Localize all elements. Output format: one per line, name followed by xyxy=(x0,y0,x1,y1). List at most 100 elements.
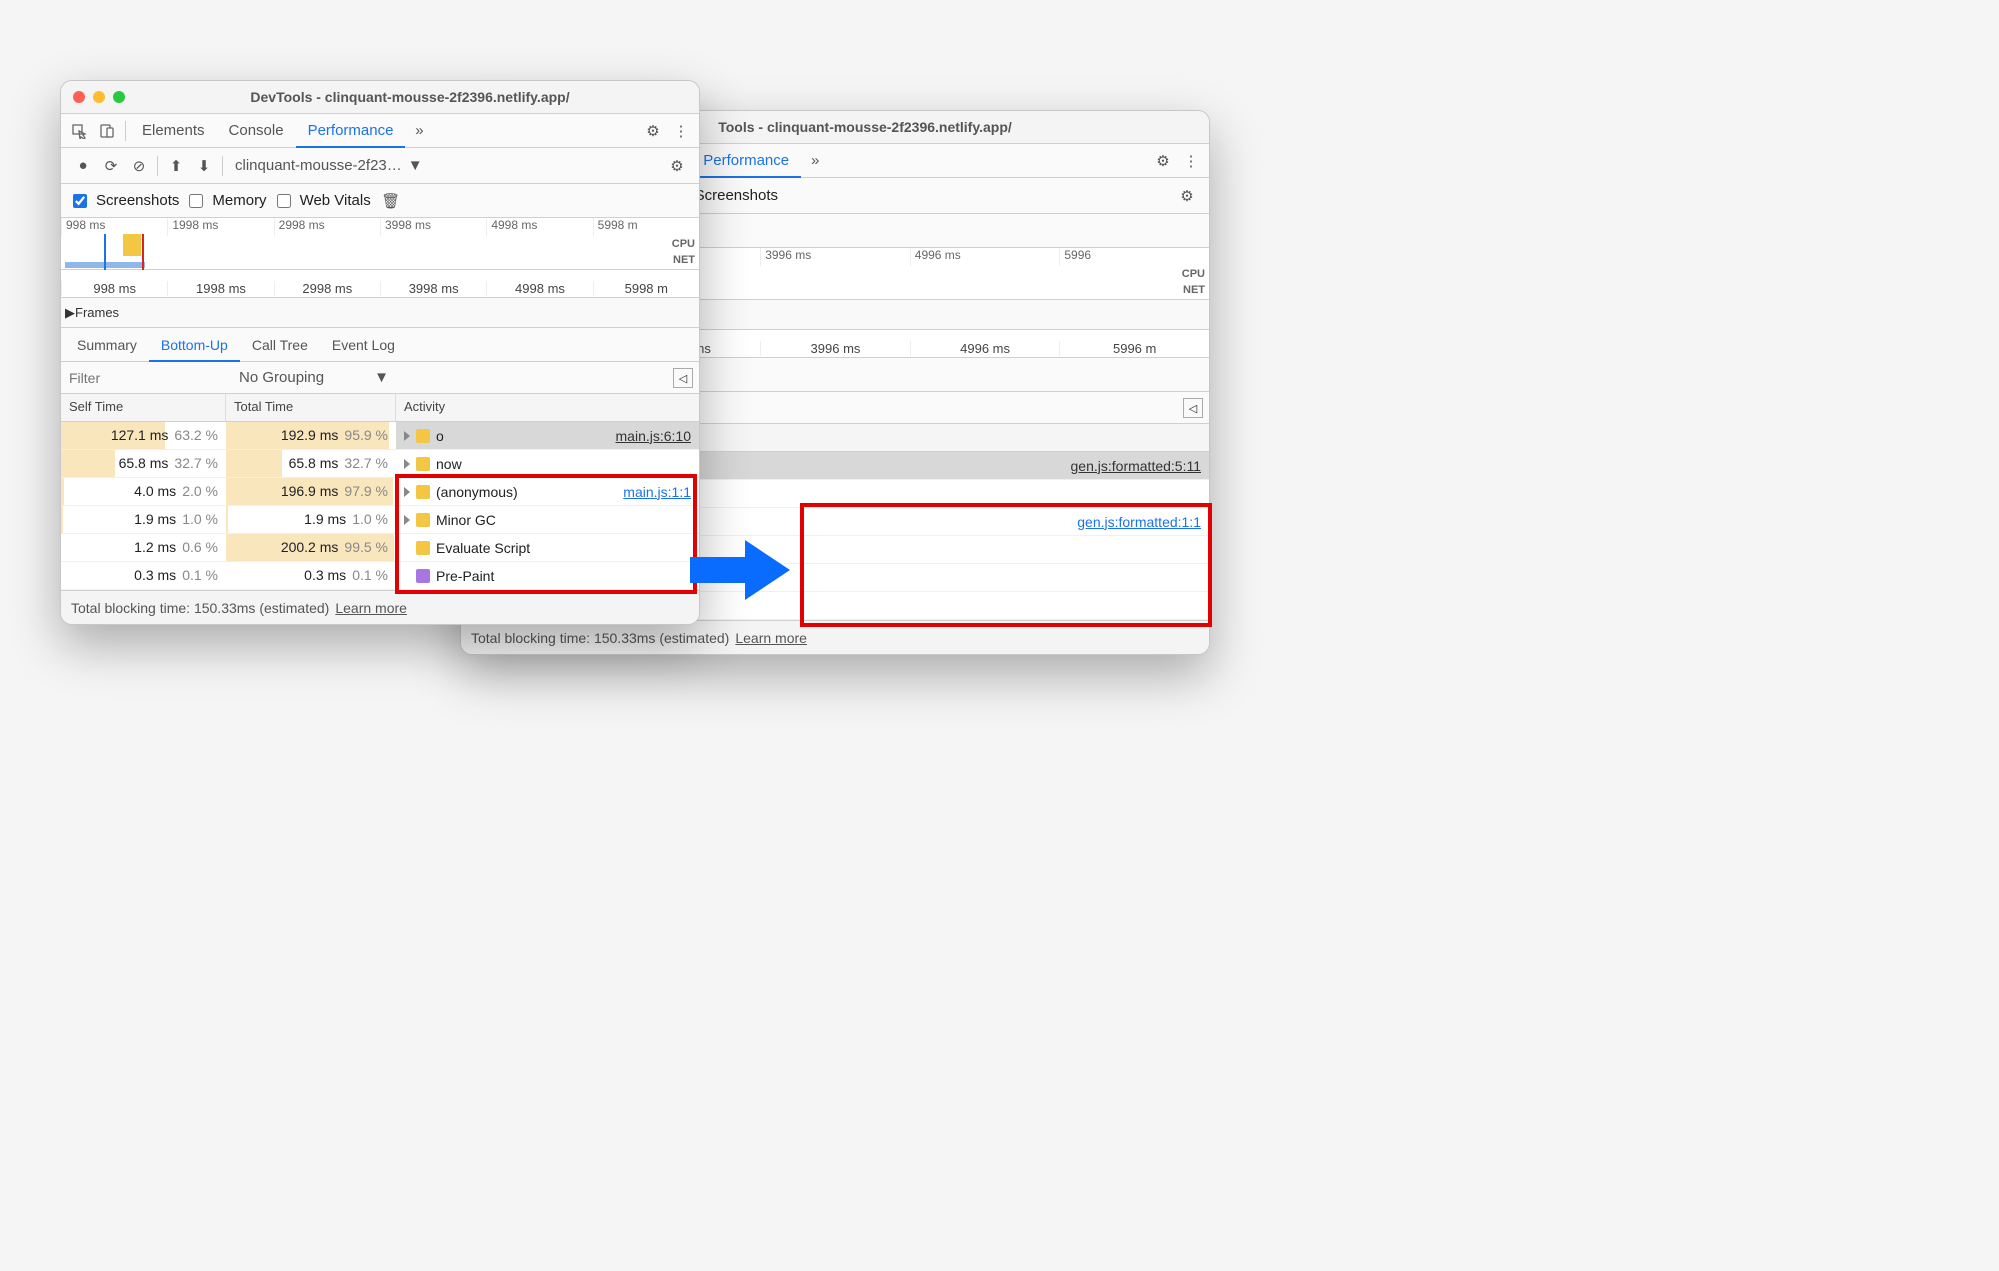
more-tabs-icon[interactable]: » xyxy=(405,117,433,145)
tick: 3996 ms xyxy=(760,248,910,266)
perf-toolbar: ● ⟳ ⊘ ⬆ ⬇ clinquant-mousse-2f23… ▼ ⚙ xyxy=(61,148,699,184)
download-icon[interactable]: ⬇ xyxy=(190,152,218,180)
tick: 5998 m xyxy=(593,281,699,296)
grouping-label: No Grouping xyxy=(239,369,324,386)
dropdown-icon: ▼ xyxy=(408,157,423,174)
footer-text: Total blocking time: 150.33ms (estimated… xyxy=(471,630,729,646)
footer: Total blocking time: 150.33ms (estimated… xyxy=(461,620,1209,654)
table-header: Self Time Total Time Activity xyxy=(61,394,699,422)
tick: 4996 ms xyxy=(910,341,1060,356)
expand-icon[interactable] xyxy=(404,515,410,525)
filter-input[interactable] xyxy=(61,362,231,394)
memory-checkbox[interactable] xyxy=(189,194,203,208)
source-link[interactable]: main.js:1:1 xyxy=(623,484,691,500)
maximize-dot[interactable] xyxy=(113,91,125,103)
source-link[interactable]: gen.js:formatted:5:11 xyxy=(1071,458,1201,474)
more-tabs-icon[interactable]: » xyxy=(801,147,829,175)
titlebar: DevTools - clinquant-mousse-2f2396.netli… xyxy=(61,81,699,114)
subtab-bottomup[interactable]: Bottom-Up xyxy=(149,328,240,362)
col-activity[interactable]: Activity xyxy=(396,394,699,421)
minimize-dot[interactable] xyxy=(93,91,105,103)
category-icon xyxy=(416,569,430,583)
settings-icon[interactable]: ⚙ xyxy=(1149,147,1177,175)
grouping-select[interactable]: No Grouping ▼ xyxy=(231,369,397,386)
footer-text: Total blocking time: 150.33ms (estimated… xyxy=(71,600,329,616)
category-icon xyxy=(416,541,430,555)
activity-sparkline xyxy=(65,234,155,270)
ruler[interactable]: 998 ms 1998 ms 2998 ms 3998 ms 4998 ms 5… xyxy=(61,270,699,298)
expand-icon[interactable] xyxy=(404,431,410,441)
dropdown-icon: ▼ xyxy=(374,369,389,386)
table-row[interactable]: 127.1 ms63.2 % 192.9 ms95.9 % o main.js:… xyxy=(61,422,699,450)
category-icon xyxy=(416,429,430,443)
table-row[interactable]: 1.9 ms1.0 % 1.9 ms1.0 % Minor GC xyxy=(61,506,699,534)
self-time-cell: 1.9 ms1.0 % xyxy=(61,506,226,533)
tab-console[interactable]: Console xyxy=(217,114,296,148)
self-time-cell: 1.2 ms0.6 % xyxy=(61,534,226,561)
tab-performance[interactable]: Performance xyxy=(296,114,406,148)
learn-more-link[interactable]: Learn more xyxy=(335,600,407,616)
tick: 1998 ms xyxy=(167,218,273,236)
activity-cell: Evaluate Script xyxy=(396,534,699,561)
source-link[interactable]: main.js:6:10 xyxy=(616,428,691,444)
tick: 3996 ms xyxy=(760,341,910,356)
webvitals-checkbox[interactable] xyxy=(277,194,291,208)
table-row[interactable]: 0.3 ms0.1 % 0.3 ms0.1 % Pre-Paint xyxy=(61,562,699,590)
self-time-cell: 127.1 ms63.2 % xyxy=(61,422,226,449)
table-row[interactable]: 1.2 ms0.6 % 200.2 ms99.5 % Evaluate Scri… xyxy=(61,534,699,562)
expand-icon[interactable] xyxy=(404,487,410,497)
activity-cell: (anonymous) main.js:1:1 xyxy=(396,478,699,505)
close-dot[interactable] xyxy=(73,91,85,103)
col-total[interactable]: Total Time xyxy=(226,394,396,421)
window-title: DevTools - clinquant-mousse-2f2396.netli… xyxy=(133,89,687,105)
category-icon xyxy=(416,485,430,499)
subtab-calltree[interactable]: Call Tree xyxy=(240,328,320,362)
checkrow: Screenshots Memory Web Vitals 🗑 xyxy=(61,184,699,218)
screenshots-label: Screenshots xyxy=(96,192,179,209)
settings-icon[interactable]: ⚙ xyxy=(1173,182,1201,210)
expand-icon[interactable] xyxy=(404,459,410,469)
self-time-cell: 0.3 ms0.1 % xyxy=(61,562,226,589)
cpu-label: CPU xyxy=(672,238,695,250)
activity-name: o xyxy=(436,428,444,444)
trash-icon[interactable]: 🗑 xyxy=(377,187,405,215)
tab-performance[interactable]: Performance xyxy=(691,144,801,178)
collapse-icon[interactable]: ◁ xyxy=(1183,398,1203,418)
tick: 4996 ms xyxy=(910,248,1060,266)
record-icon[interactable]: ● xyxy=(69,152,97,180)
settings-icon[interactable]: ⚙ xyxy=(663,152,691,180)
settings-icon[interactable]: ⚙ xyxy=(639,117,667,145)
tick: 4998 ms xyxy=(486,281,592,296)
self-time-cell: 4.0 ms2.0 % xyxy=(61,478,226,505)
kebab-icon[interactable]: ⋮ xyxy=(667,117,695,145)
timeline-overview[interactable]: 998 ms 1998 ms 2998 ms 3998 ms 4998 ms 5… xyxy=(61,218,699,270)
frames-row[interactable]: ▶ Frames xyxy=(61,298,699,328)
total-time-cell: 192.9 ms95.9 % xyxy=(226,422,396,449)
activity-name: Evaluate Script xyxy=(436,540,530,556)
total-time-cell: 196.9 ms97.9 % xyxy=(226,478,396,505)
device-icon[interactable] xyxy=(93,117,121,145)
activity-cell: Minor GC xyxy=(396,506,699,533)
upload-icon[interactable]: ⬆ xyxy=(162,152,190,180)
source-link[interactable]: gen.js:formatted:1:1 xyxy=(1077,514,1201,530)
table-row[interactable]: 4.0 ms2.0 % 196.9 ms97.9 % (anonymous) m… xyxy=(61,478,699,506)
collapse-icon[interactable]: ◁ xyxy=(673,368,693,388)
inspect-icon[interactable] xyxy=(65,117,93,145)
arrow-icon xyxy=(685,535,795,605)
net-label: NET xyxy=(673,254,695,266)
category-icon xyxy=(416,457,430,471)
subtab-eventlog[interactable]: Event Log xyxy=(320,328,407,362)
subtab-summary[interactable]: Summary xyxy=(65,328,149,362)
tab-elements[interactable]: Elements xyxy=(130,114,217,148)
table-row[interactable]: 65.8 ms32.7 % 65.8 ms32.7 % now xyxy=(61,450,699,478)
url-select[interactable]: clinquant-mousse-2f23… ▼ xyxy=(235,157,423,174)
col-self[interactable]: Self Time xyxy=(61,394,226,421)
reload-icon[interactable]: ⟳ xyxy=(97,152,125,180)
activity-name: (anonymous) xyxy=(436,484,518,500)
clear-icon[interactable]: ⊘ xyxy=(125,152,153,180)
kebab-icon[interactable]: ⋮ xyxy=(1177,147,1205,175)
memory-label: Memory xyxy=(212,192,266,209)
learn-more-link[interactable]: Learn more xyxy=(735,630,807,646)
webvitals-label: Web Vitals xyxy=(300,192,371,209)
screenshots-checkbox[interactable] xyxy=(73,194,87,208)
